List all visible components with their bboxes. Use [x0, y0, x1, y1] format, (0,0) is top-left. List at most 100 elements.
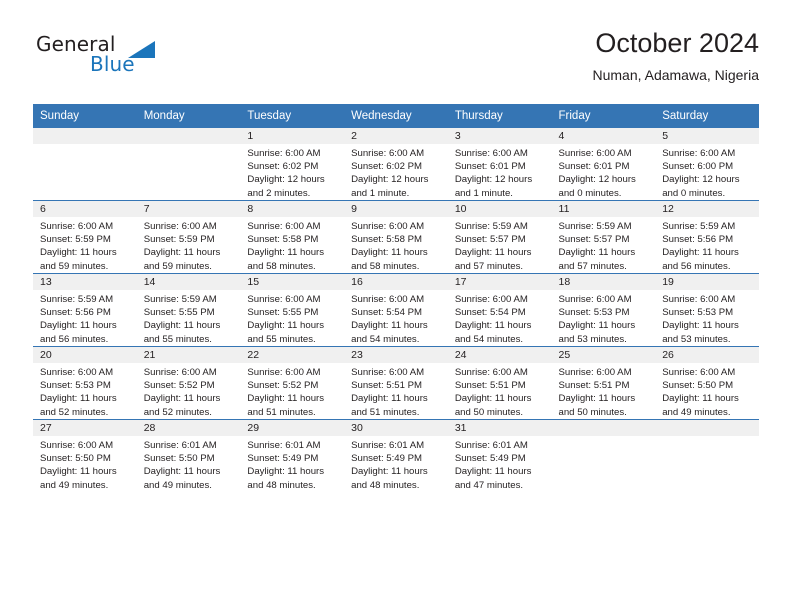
day-box: 5 Sunrise: 6:00 AM Sunset: 6:00 PM Daylight… [655, 128, 759, 200]
day-number [33, 128, 137, 144]
day-detail-line: Daylight: 11 hours [143, 247, 221, 259]
calendar-day-cell[interactable]: 20 Sunrise: 6:00 AM Sunset: 5:53 PM Dayligh… [33, 346, 137, 420]
calendar-day-cell[interactable]: 27 Sunrise: 6:00 AM Sunset: 5:50 PM Dayligh… [33, 419, 137, 492]
calendar-day-cell[interactable]: 11 Sunrise: 5:59 AM Sunset: 5:57 PM Dayligh… [551, 200, 656, 274]
calendar-day-cell[interactable]: 17 Sunrise: 6:00 AM Sunset: 5:54 PM Dayligh… [447, 273, 552, 347]
day-detail-line: Sunrise: 6:01 AM [247, 440, 321, 451]
day-box: 2 Sunrise: 6:00 AM Sunset: 6:02 PM Daylight… [344, 128, 448, 200]
day-detail-line: Sunrise: 6:00 AM [454, 367, 528, 378]
weekday-header-thursday: Thursday [447, 104, 552, 128]
day-details: Sunrise: 5:59 AM Sunset: 5:57 PM Daylight:… [552, 217, 656, 273]
calendar-grid: Sunday Monday Tuesday Wednesday Thursday… [33, 104, 759, 492]
calendar-day-cell[interactable]: 1 Sunrise: 6:00 AM Sunset: 6:02 PM Daylight… [240, 127, 345, 201]
day-number: 28 [136, 420, 241, 436]
calendar-day-cell[interactable]: 8 Sunrise: 6:00 AM Sunset: 5:58 PM Daylight… [240, 200, 345, 274]
day-box: 16 Sunrise: 6:00 AM Sunset: 5:54 PM Dayligh… [344, 274, 448, 346]
calendar-day-cell[interactable] [33, 127, 137, 201]
calendar-day-cell[interactable]: 28 Sunrise: 6:01 AM Sunset: 5:50 PM Dayligh… [136, 419, 241, 492]
day-detail-line: Sunrise: 6:00 AM [351, 367, 425, 378]
day-detail-line: Sunset: 5:53 PM [662, 307, 734, 319]
day-number: 1 [240, 128, 345, 144]
day-box: 30 Sunrise: 6:01 AM Sunset: 5:49 PM Dayligh… [344, 420, 448, 492]
day-detail-line: and 49 minutes. [40, 479, 109, 491]
calendar-day-cell[interactable]: 12 Sunrise: 5:59 AM Sunset: 5:56 PM Dayligh… [655, 200, 759, 274]
calendar-day-cell[interactable]: 31 Sunrise: 6:01 AM Sunset: 5:49 PM Dayligh… [447, 419, 552, 492]
calendar-day-cell[interactable]: 24 Sunrise: 6:00 AM Sunset: 5:51 PM Dayligh… [447, 346, 552, 420]
calendar-week-row: 13 Sunrise: 5:59 AM Sunset: 5:56 PM Dayligh… [33, 273, 759, 347]
day-detail-line: Daylight: 11 hours [40, 320, 117, 332]
calendar-day-cell[interactable]: 2 Sunrise: 6:00 AM Sunset: 6:02 PM Daylight… [344, 127, 448, 201]
day-detail-line: Sunset: 6:01 PM [454, 161, 526, 173]
day-number: 25 [551, 347, 656, 363]
day-detail-line: and 53 minutes. [558, 333, 627, 345]
day-details [33, 144, 137, 147]
day-detail-line: and 59 minutes. [40, 260, 109, 272]
day-detail-line: Sunrise: 6:00 AM [247, 294, 321, 305]
calendar-day-cell[interactable]: 3 Sunrise: 6:00 AM Sunset: 6:01 PM Daylight… [447, 127, 552, 201]
day-number: 13 [33, 274, 137, 290]
day-detail-line: Daylight: 11 hours [558, 320, 636, 332]
calendar-day-cell[interactable]: 30 Sunrise: 6:01 AM Sunset: 5:49 PM Dayligh… [344, 419, 448, 492]
day-detail-line: Sunset: 5:56 PM [40, 307, 111, 319]
calendar-day-cell[interactable]: 14 Sunrise: 5:59 AM Sunset: 5:55 PM Dayligh… [136, 273, 241, 347]
day-detail-line: Daylight: 12 hours [454, 174, 533, 186]
day-detail-line: Sunset: 5:49 PM [454, 453, 526, 465]
day-box: 11 Sunrise: 5:59 AM Sunset: 5:57 PM Dayligh… [551, 201, 656, 273]
day-detail-line: Daylight: 11 hours [454, 466, 532, 478]
day-details: Sunrise: 6:00 AM Sunset: 5:54 PM Daylight:… [344, 290, 448, 346]
day-detail-line: and 0 minutes. [662, 187, 726, 199]
day-detail-line: Sunrise: 6:00 AM [40, 221, 114, 232]
calendar-day-cell[interactable]: 23 Sunrise: 6:00 AM Sunset: 5:51 PM Dayligh… [344, 346, 448, 420]
calendar-day-cell[interactable]: 29 Sunrise: 6:01 AM Sunset: 5:49 PM Dayligh… [240, 419, 345, 492]
day-detail-line: Sunset: 5:51 PM [558, 380, 630, 392]
logo-text-blue: Blue [90, 52, 135, 76]
weekday-header-saturday: Saturday [655, 104, 759, 128]
calendar-day-cell[interactable]: 7 Sunrise: 6:00 AM Sunset: 5:59 PM Daylight… [136, 200, 241, 274]
weekday-header-row: Sunday Monday Tuesday Wednesday Thursday… [33, 104, 759, 128]
day-detail-line: Daylight: 11 hours [143, 393, 221, 405]
day-detail-line: Sunrise: 6:00 AM [247, 221, 321, 232]
calendar-week-row: 1 Sunrise: 6:00 AM Sunset: 6:02 PM Daylight… [33, 127, 759, 201]
day-detail-line: and 55 minutes. [247, 333, 316, 345]
general-blue-logo: General Blue [33, 32, 213, 88]
calendar-day-cell[interactable]: 13 Sunrise: 5:59 AM Sunset: 5:56 PM Dayligh… [33, 273, 137, 347]
day-details: Sunrise: 6:00 AM Sunset: 5:51 PM Daylight:… [344, 363, 448, 419]
calendar-day-cell[interactable]: 26 Sunrise: 6:00 AM Sunset: 5:50 PM Dayligh… [655, 346, 759, 420]
day-box: 25 Sunrise: 6:00 AM Sunset: 5:51 PM Dayligh… [551, 347, 656, 419]
calendar-day-cell[interactable]: 15 Sunrise: 6:00 AM Sunset: 5:55 PM Dayligh… [240, 273, 345, 347]
day-details: Sunrise: 6:00 AM Sunset: 5:50 PM Daylight:… [655, 363, 759, 419]
day-detail-line: and 1 minute. [351, 187, 410, 199]
calendar-day-cell[interactable]: 21 Sunrise: 6:00 AM Sunset: 5:52 PM Dayligh… [136, 346, 241, 420]
calendar-day-cell[interactable] [655, 419, 759, 492]
calendar-day-cell[interactable] [136, 127, 241, 201]
day-detail-line: Daylight: 11 hours [454, 393, 532, 405]
calendar-day-cell[interactable]: 4 Sunrise: 6:00 AM Sunset: 6:01 PM Daylight… [551, 127, 656, 201]
calendar-day-cell[interactable]: 25 Sunrise: 6:00 AM Sunset: 5:51 PM Dayligh… [551, 346, 656, 420]
location-subtitle: Numan, Adamawa, Nigeria [592, 67, 759, 83]
day-detail-line: Daylight: 11 hours [247, 320, 325, 332]
day-detail-line: and 48 minutes. [247, 479, 316, 491]
calendar-day-cell[interactable] [551, 419, 656, 492]
day-detail-line: and 58 minutes. [247, 260, 316, 272]
day-detail-line: Daylight: 11 hours [247, 466, 325, 478]
page-title: October 2024 [595, 28, 759, 58]
day-number: 19 [655, 274, 759, 290]
day-detail-line: Daylight: 11 hours [351, 247, 428, 259]
day-detail-line: Sunrise: 6:00 AM [351, 148, 425, 159]
day-detail-line: Daylight: 11 hours [351, 466, 428, 478]
calendar-day-cell[interactable]: 18 Sunrise: 6:00 AM Sunset: 5:53 PM Dayligh… [551, 273, 656, 347]
calendar-day-cell[interactable]: 6 Sunrise: 6:00 AM Sunset: 5:59 PM Daylight… [33, 200, 137, 274]
calendar-day-cell[interactable]: 22 Sunrise: 6:00 AM Sunset: 5:52 PM Dayligh… [240, 346, 345, 420]
day-detail-line: Daylight: 12 hours [247, 174, 325, 186]
calendar-day-cell[interactable]: 19 Sunrise: 6:00 AM Sunset: 5:53 PM Dayligh… [655, 273, 759, 347]
calendar-day-cell[interactable]: 16 Sunrise: 6:00 AM Sunset: 5:54 PM Dayligh… [344, 273, 448, 347]
day-detail-line: Daylight: 11 hours [247, 393, 325, 405]
day-box: 10 Sunrise: 5:59 AM Sunset: 5:57 PM Dayligh… [447, 201, 552, 273]
calendar-day-cell[interactable]: 5 Sunrise: 6:00 AM Sunset: 6:00 PM Daylight… [655, 127, 759, 201]
day-details: Sunrise: 6:00 AM Sunset: 6:01 PM Daylight:… [552, 144, 656, 200]
calendar-day-cell[interactable]: 9 Sunrise: 6:00 AM Sunset: 5:58 PM Daylight… [344, 200, 448, 274]
day-details: Sunrise: 6:00 AM Sunset: 5:53 PM Daylight:… [655, 290, 759, 346]
day-detail-line: Sunrise: 6:00 AM [351, 294, 425, 305]
day-box [136, 128, 241, 200]
calendar-day-cell[interactable]: 10 Sunrise: 5:59 AM Sunset: 5:57 PM Dayligh… [447, 200, 552, 274]
